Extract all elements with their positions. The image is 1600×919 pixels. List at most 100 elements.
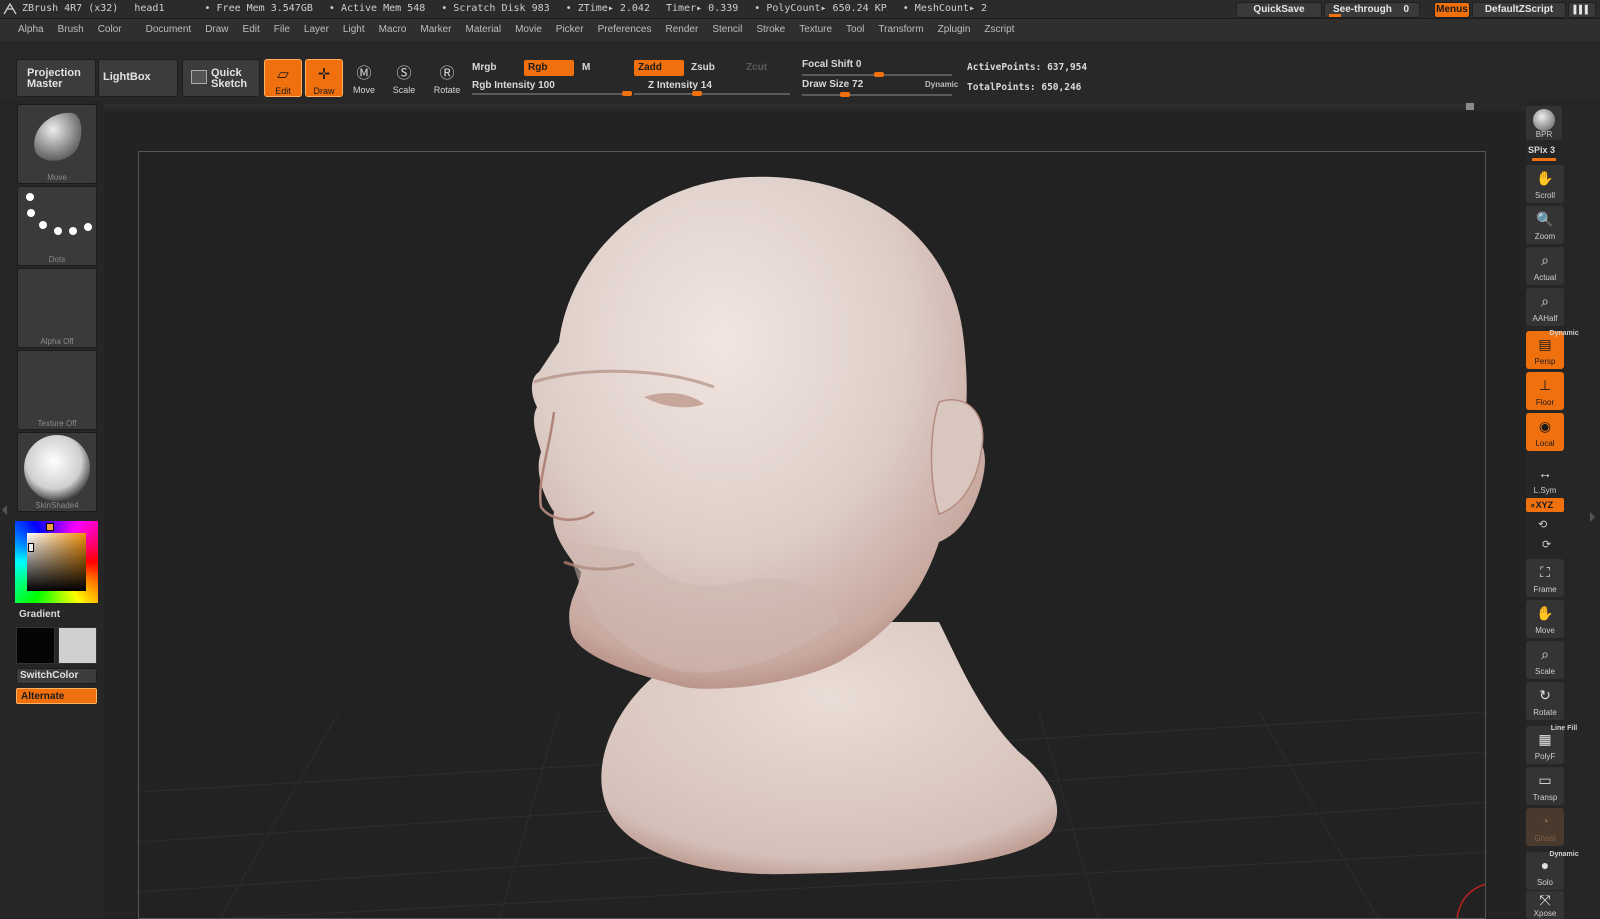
rotate-view-label: Rotate [1533,708,1557,717]
m-toggle[interactable]: M [582,62,590,73]
z-intensity-slider[interactable] [634,91,790,96]
menu-stencil[interactable]: Stencil [712,24,742,35]
lsym-button[interactable]: ↔ L.Sym [1526,460,1564,498]
draw-icon: ✛ [317,66,331,83]
see-through-slider[interactable]: See-through 0 [1324,2,1420,18]
switch-color-button[interactable]: SwitchColor [16,668,97,684]
default-zscript-button[interactable]: DefaultZScript [1472,2,1566,18]
move-brush-icon [34,112,82,161]
frame-button[interactable]: ⛶ Frame [1526,559,1564,597]
scroll-button[interactable]: ✋ Scroll [1526,165,1564,203]
edit-button[interactable]: ▱ Edit [264,59,302,97]
zsub-toggle[interactable]: Zsub [691,62,715,73]
focal-shift-label[interactable]: Focal Shift 0 [802,59,861,70]
persp-button[interactable]: Dynamic ▤ Persp [1526,330,1579,369]
brush-thumbnail[interactable]: Move [17,104,97,184]
rotate-button[interactable]: Ⓡ Rotate [428,59,466,97]
menu-zscript[interactable]: Zscript [984,24,1014,35]
focal-shift-slider[interactable] [802,72,952,77]
menu-picker[interactable]: Picker [556,24,584,35]
xyz-button[interactable]: ∘XYZ [1526,498,1564,512]
rgb-toggle[interactable]: Rgb [524,60,574,76]
lightbox-button[interactable]: LightBox [98,59,178,97]
dynamic-toggle[interactable]: Dynamic [925,80,958,89]
menu-movie[interactable]: Movie [515,24,542,35]
bpr-button[interactable]: BPR [1526,106,1562,140]
menu-material[interactable]: Material [466,24,502,35]
alpha-thumbnail[interactable]: Alpha Off [17,268,97,348]
menu-texture[interactable]: Texture [799,24,832,35]
menu-tool[interactable]: Tool [846,24,864,35]
left-tray-arrow-icon[interactable] [2,505,7,515]
actual-button[interactable]: ⌕ Actual [1526,247,1564,285]
transp-button[interactable]: ▭ Transp [1526,767,1564,805]
texture-thumbnail[interactable]: Texture Off [17,350,97,430]
menus-button[interactable]: Menus [1434,2,1470,18]
zoom-button[interactable]: 🔍 Zoom [1526,206,1564,244]
menu-draw[interactable]: Draw [205,24,228,35]
local-button[interactable]: ◉ Local [1526,413,1564,451]
menu-marker[interactable]: Marker [420,24,451,35]
frame-icon: ⛶ [1540,564,1550,580]
menu-stroke[interactable]: Stroke [756,24,785,35]
aahalf-button[interactable]: ⌕ AAHalf [1526,288,1564,326]
menu-alpha[interactable]: Alpha [18,24,44,35]
document-viewport[interactable] [138,151,1486,919]
xpose-button[interactable]: ⤧ Xpose [1526,891,1564,919]
zcut-toggle[interactable]: Zcut [746,62,767,73]
viewport-scene[interactable] [139,152,1486,919]
menu-document[interactable]: Document [146,24,192,35]
quick-sketch-button[interactable]: Quick Sketch [182,59,260,97]
zoom-label: Zoom [1534,232,1556,241]
alternate-button[interactable]: Alternate [16,688,97,704]
menu-light[interactable]: Light [343,24,365,35]
brush-caption: Move [47,173,67,182]
menu-zplugin[interactable]: Zplugin [938,24,971,35]
z-intensity-label[interactable]: Z Intensity 14 [648,80,712,91]
draw-size-label[interactable]: Draw Size 72 [802,79,863,90]
sv-marker [28,543,34,552]
scale-button[interactable]: Ⓢ Scale [385,59,423,97]
menu-macro[interactable]: Macro [379,24,407,35]
secondary-color-swatch[interactable] [58,627,97,664]
menu-render[interactable]: Render [666,24,699,35]
scale-view-button[interactable]: ⌕ Scale [1526,641,1564,679]
ghost-button[interactable]: ◔ Ghost [1526,808,1564,846]
menu-transform[interactable]: Transform [878,24,923,35]
rgb-intensity-label[interactable]: Rgb Intensity 100 [472,80,555,91]
shelf-corner-handle[interactable] [1466,103,1474,110]
menu-brush[interactable]: Brush [58,24,84,35]
draw-button[interactable]: ✛ Draw [305,59,343,97]
draw-size-slider[interactable] [802,92,952,97]
stroke-thumbnail[interactable]: Dots [17,186,97,266]
quicksave-button[interactable]: QuickSave [1236,2,1322,18]
rotate-view-button[interactable]: ↻ Rotate [1526,682,1564,720]
floor-button[interactable]: ⊥ Floor [1526,372,1564,410]
move-button[interactable]: Ⓜ Move [345,59,383,97]
menu-edit[interactable]: Edit [243,24,260,35]
zadd-toggle[interactable]: Zadd [634,60,684,76]
material-thumbnail[interactable]: SkinShade4 [17,432,97,512]
rotate-z-icon[interactable]: ⟳ [1542,538,1551,551]
menu-preferences[interactable]: Preferences [598,24,652,35]
mrgb-toggle[interactable]: Mrgb [472,62,496,73]
color-picker-square[interactable] [27,533,86,591]
move-view-button[interactable]: ✋ Move [1526,600,1564,638]
menu-layer[interactable]: Layer [304,24,329,35]
spix-slider[interactable] [1532,158,1556,161]
rgb-intensity-slider[interactable] [472,91,632,96]
window-controls-icon[interactable]: ▌▌▌ [1568,2,1596,18]
rotate-y-icon[interactable]: ⟲ [1538,518,1547,531]
main-color-swatch[interactable] [16,627,55,664]
local-icon: ◉ [1538,418,1552,434]
spix-label[interactable]: SPix 3 [1528,145,1555,155]
menu-file[interactable]: File [274,24,290,35]
right-tray-arrow-icon[interactable] [1590,512,1595,522]
projection-master-button[interactable]: Projection Master [16,59,96,97]
color-picker[interactable] [15,521,98,603]
shelf-divider [104,104,1470,108]
solo-button[interactable]: Dynamic ● Solo [1526,851,1579,890]
actual-label: Actual [1533,273,1557,282]
menu-color[interactable]: Color [98,24,122,35]
polyf-button[interactable]: Line Fill ▦ PolyF [1526,725,1577,764]
